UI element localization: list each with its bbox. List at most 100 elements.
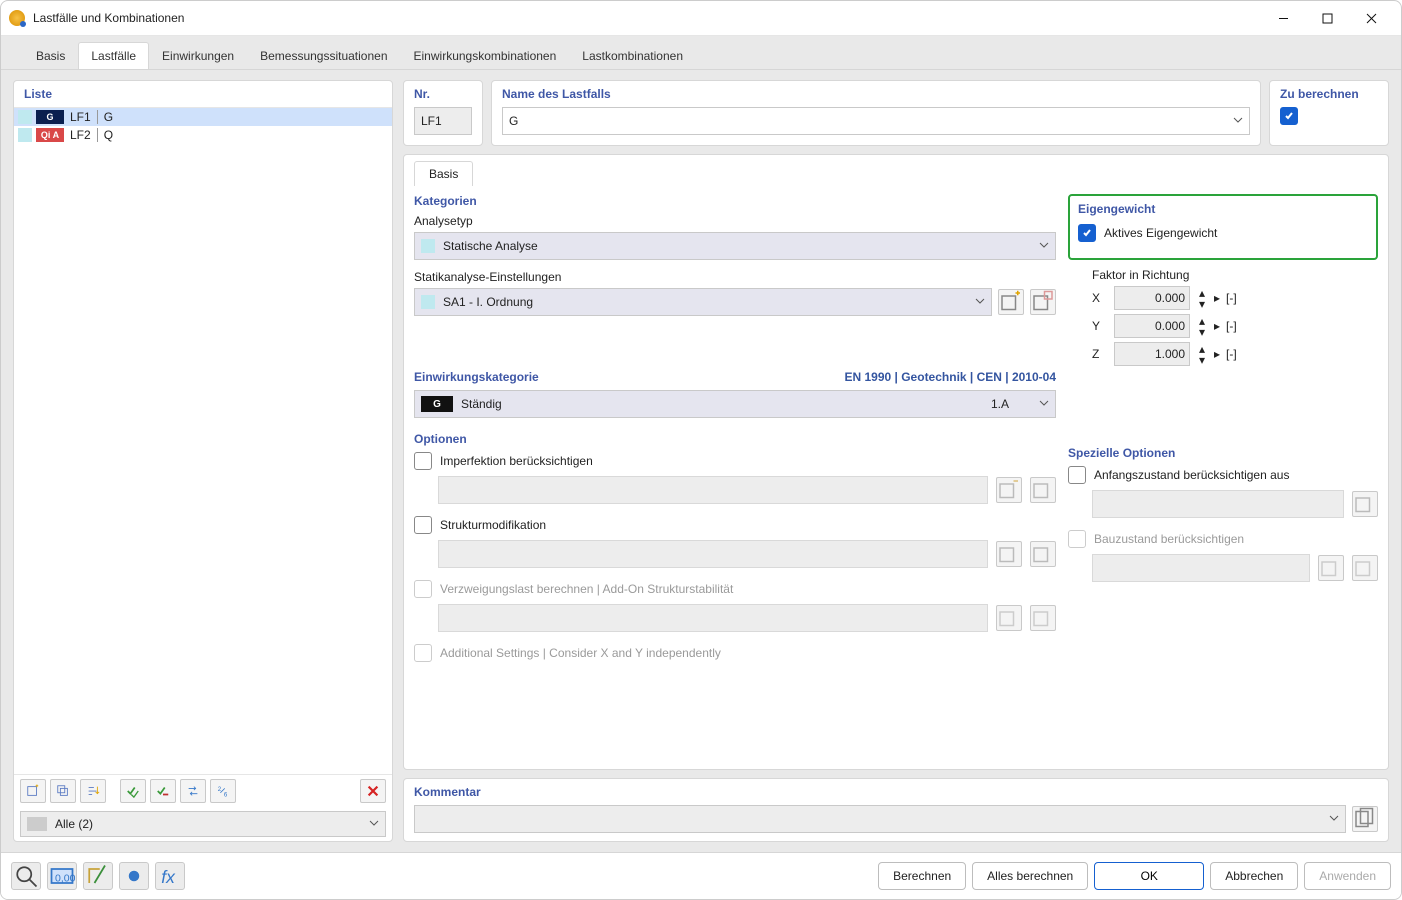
analysis-select[interactable]: Statische Analyse [414, 232, 1056, 260]
ok-button[interactable]: OK [1094, 862, 1204, 890]
new-settings-button[interactable] [998, 289, 1024, 315]
tab-einwirkungskombinationen[interactable]: Einwirkungskombinationen [401, 42, 570, 69]
calc-button[interactable]: Berechnen [878, 862, 966, 890]
analysis-value: Statische Analyse [443, 239, 538, 253]
loadcase-list: G LF1 G Qi A LF2 Q [14, 107, 392, 774]
play-icon[interactable]: ▸ [1214, 291, 1220, 305]
units-button[interactable]: 0,00 [47, 862, 77, 890]
sort-button[interactable] [80, 779, 106, 803]
color-button[interactable] [119, 862, 149, 890]
edit-settings-button[interactable] [1030, 289, 1056, 315]
new-icon-button[interactable] [996, 541, 1022, 567]
construction-checkbox [1068, 530, 1086, 548]
search-button[interactable] [11, 862, 41, 890]
new-icon-button[interactable] [996, 477, 1022, 503]
new-button[interactable] [20, 779, 46, 803]
unit-label: [-] [1226, 319, 1237, 333]
calc-label: Zu berechnen [1270, 81, 1388, 107]
settings-value: SA1 - I. Ordnung [443, 295, 533, 309]
comment-edit-button[interactable] [1352, 806, 1378, 832]
factor-y-input[interactable]: 0.000 [1114, 314, 1190, 338]
titlebar: Lastfälle und Kombinationen [1, 1, 1401, 36]
edit-icon-button[interactable] [1030, 477, 1056, 503]
action-category-value: Ständig [461, 397, 502, 411]
new-icon-button [1318, 555, 1344, 581]
loadcase-id: LF2 [70, 128, 91, 142]
minimize-button[interactable] [1261, 4, 1305, 32]
action-category-group: Einwirkungskategorie EN 1990 | Geotechni… [414, 370, 1056, 418]
imperfection-input[interactable] [438, 476, 988, 504]
initial-input[interactable] [1092, 490, 1344, 518]
action-category-select[interactable]: G Ständig 1.A [414, 390, 1056, 418]
delete-button[interactable] [360, 779, 386, 803]
factor-z-input[interactable]: 1.000 [1114, 342, 1190, 366]
branching-checkbox [414, 580, 432, 598]
initial-checkbox[interactable] [1068, 466, 1086, 484]
comment-title: Kommentar [404, 779, 1388, 805]
maximize-button[interactable] [1305, 4, 1349, 32]
window-title: Lastfälle und Kombinationen [33, 11, 1261, 25]
categories-group: Kategorien Analysetyp Statische Analyse … [414, 194, 1056, 316]
factor-x-input[interactable]: 0.000 [1114, 286, 1190, 310]
length-button[interactable] [83, 862, 113, 890]
additional-checkbox [414, 644, 432, 662]
name-label: Name des Lastfalls [492, 81, 1260, 107]
close-button[interactable] [1349, 4, 1393, 32]
action-category-title: Einwirkungskategorie [414, 370, 539, 384]
tab-lastkombinationen[interactable]: Lastkombinationen [569, 42, 696, 69]
select-all-button[interactable] [120, 779, 146, 803]
category-badge: G [421, 396, 453, 412]
structmod-input[interactable] [438, 540, 988, 568]
name-select[interactable]: G [502, 107, 1250, 135]
comment-panel: Kommentar [403, 778, 1389, 842]
calc-all-button[interactable]: Alles berechnen [972, 862, 1088, 890]
initial-label: Anfangszustand berücksichtigen aus [1094, 468, 1289, 482]
play-icon[interactable]: ▸ [1214, 347, 1220, 361]
selfweight-checkbox[interactable] [1078, 224, 1096, 242]
edit-icon-button[interactable] [1352, 491, 1378, 517]
cancel-button[interactable]: Abbrechen [1210, 862, 1298, 890]
tab-basis[interactable]: Basis [23, 42, 78, 69]
comment-select[interactable] [414, 805, 1346, 833]
special-options-group: Spezielle Optionen Anfangszustand berück… [1068, 446, 1378, 582]
loadcase-name: Q [104, 128, 113, 142]
spinner-buttons[interactable]: ▴▾ [1196, 315, 1208, 337]
subtab-basis[interactable]: Basis [414, 161, 473, 186]
list-toolbar: 26 [14, 774, 392, 807]
spinner-buttons[interactable]: ▴▾ [1196, 287, 1208, 309]
settings-select[interactable]: SA1 - I. Ordnung [414, 288, 992, 316]
construction-input [1092, 554, 1310, 582]
list-item[interactable]: G LF1 G [14, 108, 392, 126]
function-button[interactable]: fx [155, 862, 185, 890]
renumber-button[interactable]: 26 [210, 779, 236, 803]
separator [97, 128, 98, 142]
list-panel: Liste G LF1 G Qi A LF2 Q [13, 80, 393, 842]
details-panel: Basis Kategorien Analysetyp Statische An… [403, 154, 1389, 770]
analysis-label: Analysetyp [414, 214, 1056, 228]
categories-title: Kategorien [414, 194, 1056, 208]
factor-label: Faktor in Richtung [1092, 268, 1378, 282]
copy-button[interactable] [50, 779, 76, 803]
tab-lastfaelle[interactable]: Lastfälle [78, 42, 149, 69]
footer: 0,00 fx Berechnen Alles berechnen OK Abb… [1, 852, 1401, 899]
list-item[interactable]: Qi A LF2 Q [14, 126, 392, 144]
edit-icon-button[interactable] [1030, 541, 1056, 567]
filter-select[interactable]: Alle (2) [20, 811, 386, 837]
separator [97, 110, 98, 124]
tab-einwirkungen[interactable]: Einwirkungen [149, 42, 247, 69]
svg-text:6: 6 [224, 791, 228, 798]
action-category-code: 1.A [991, 397, 1009, 411]
play-icon[interactable]: ▸ [1214, 319, 1220, 333]
calc-checkbox[interactable] [1280, 107, 1298, 125]
spinner-buttons[interactable]: ▴▾ [1196, 343, 1208, 365]
nr-label: Nr. [404, 81, 482, 107]
deselect-all-button[interactable] [150, 779, 176, 803]
special-options-title: Spezielle Optionen [1068, 446, 1378, 460]
svg-text:fx: fx [161, 867, 176, 887]
svg-text:2: 2 [218, 786, 222, 793]
structmod-checkbox[interactable] [414, 516, 432, 534]
imperfection-checkbox[interactable] [414, 452, 432, 470]
swap-button[interactable] [180, 779, 206, 803]
nr-field[interactable]: LF1 [414, 107, 472, 135]
tab-bemessungssituationen[interactable]: Bemessungssituationen [247, 42, 400, 69]
